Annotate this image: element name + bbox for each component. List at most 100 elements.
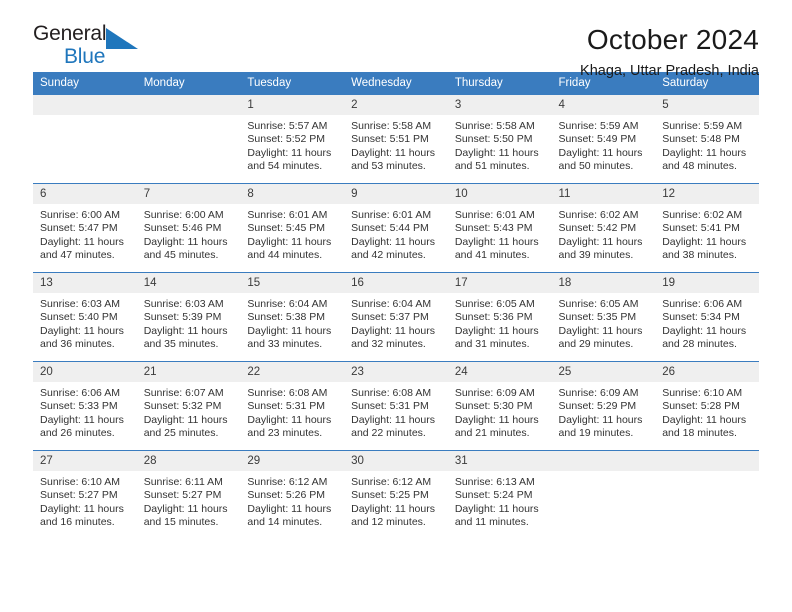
sunset-text: Sunset: 5:31 PM	[351, 400, 429, 413]
daylight-text-line1: Daylight: 11 hours	[662, 324, 747, 337]
title-block: October 2024 Khaga, Uttar Pradesh, India	[580, 22, 759, 81]
day-number: 19	[655, 273, 759, 293]
sunrise-text: Sunrise: 6:06 AM	[40, 387, 120, 399]
day-number: 5	[655, 95, 759, 115]
day-number: 25	[551, 362, 656, 382]
daylight-text-line2: and 28 minutes.	[662, 338, 737, 351]
calendar-day-cell[interactable]: 24 Sunrise: 6:09 AM Sunset: 5:30 PM Dayligh…	[447, 361, 552, 451]
sunset-text: Sunset: 5:46 PM	[143, 222, 222, 235]
day-number	[33, 95, 137, 115]
daylight-text-line1: Daylight: 11 hours	[351, 324, 435, 337]
day-number: 20	[33, 362, 137, 382]
day-sun-info: Sunrise: 5:58 AM Sunset: 5:50 PM Daylight:…	[448, 115, 552, 174]
calendar-day-cell[interactable]: 20 Sunrise: 6:06 AM Sunset: 5:33 PM Dayligh…	[33, 361, 137, 451]
calendar-day-cell[interactable]: 4 Sunrise: 5:59 AM Sunset: 5:49 PM Daylight…	[551, 94, 656, 184]
sunrise-text: Sunrise: 6:09 AM	[454, 387, 535, 399]
day-sun-info: Sunrise: 6:08 AM Sunset: 5:31 PM Daylight:…	[344, 382, 448, 441]
calendar-day-cell[interactable]: 10 Sunrise: 6:01 AM Sunset: 5:43 PM Dayligh…	[447, 183, 552, 273]
day-number: 13	[33, 273, 137, 293]
daylight-text-line2: and 15 minutes.	[143, 516, 219, 529]
sunrise-text: Sunrise: 6:04 AM	[247, 298, 328, 310]
day-number: 17	[447, 273, 552, 293]
daylight-text-line1: Daylight: 11 hours	[454, 502, 539, 515]
calendar-day-cell[interactable]: 26 Sunrise: 6:10 AM Sunset: 5:28 PM Dayligh…	[655, 361, 759, 451]
daylight-text-line1: Daylight: 11 hours	[247, 235, 332, 248]
daylight-text-line2: and 21 minutes.	[454, 427, 530, 440]
calendar-page: General Blue October 2024 Khaga, Uttar P…	[0, 0, 792, 612]
daylight-text-line2: and 53 minutes.	[351, 160, 426, 173]
calendar-week-row: 20 Sunrise: 6:06 AM Sunset: 5:33 PM Dayligh…	[33, 361, 759, 451]
calendar-day-cell[interactable]: 31 Sunrise: 6:13 AM Sunset: 5:24 PM Dayligh…	[447, 450, 552, 540]
general-blue-logo[interactable]: General Blue	[33, 22, 163, 74]
daylight-text-line2: and 19 minutes.	[558, 427, 634, 440]
daylight-text-line1: Daylight: 11 hours	[454, 413, 539, 426]
calendar-day-cell[interactable]: 11 Sunrise: 6:02 AM Sunset: 5:42 PM Dayligh…	[551, 183, 656, 273]
calendar-empty-cell	[551, 450, 656, 540]
calendar-day-cell[interactable]: 3 Sunrise: 5:58 AM Sunset: 5:50 PM Daylight…	[447, 94, 552, 184]
calendar-day-cell[interactable]: 16 Sunrise: 6:04 AM Sunset: 5:37 PM Dayligh…	[344, 272, 448, 362]
sunset-text: Sunset: 5:35 PM	[558, 311, 637, 324]
calendar-day-cell[interactable]: 9 Sunrise: 6:01 AM Sunset: 5:44 PM Daylight…	[344, 183, 448, 273]
calendar-day-cell[interactable]: 13 Sunrise: 6:03 AM Sunset: 5:40 PM Dayligh…	[33, 272, 137, 362]
day-number: 6	[33, 184, 137, 204]
logo-triangle-icon	[106, 28, 138, 49]
sunrise-text: Sunrise: 6:03 AM	[40, 298, 120, 310]
calendar-day-cell[interactable]: 1 Sunrise: 5:57 AM Sunset: 5:52 PM Daylight…	[240, 94, 345, 184]
calendar-day-cell[interactable]: 2 Sunrise: 5:58 AM Sunset: 5:51 PM Daylight…	[344, 94, 448, 184]
calendar-day-cell[interactable]: 12 Sunrise: 6:02 AM Sunset: 5:41 PM Dayligh…	[655, 183, 759, 273]
calendar-day-cell[interactable]: 19 Sunrise: 6:06 AM Sunset: 5:34 PM Dayligh…	[655, 272, 759, 362]
sunset-text: Sunset: 5:32 PM	[143, 400, 222, 413]
calendar-day-cell[interactable]: 7 Sunrise: 6:00 AM Sunset: 5:46 PM Daylight…	[136, 183, 241, 273]
daylight-text-line1: Daylight: 11 hours	[247, 413, 332, 426]
sunset-text: Sunset: 5:41 PM	[662, 222, 740, 235]
daylight-text-line2: and 39 minutes.	[558, 249, 634, 262]
day-sun-info: Sunrise: 6:12 AM Sunset: 5:25 PM Daylight:…	[344, 471, 448, 530]
day-sun-info: Sunrise: 6:03 AM Sunset: 5:39 PM Daylight:…	[137, 293, 241, 352]
daylight-text-line1: Daylight: 11 hours	[558, 235, 643, 248]
sunrise-text: Sunrise: 5:58 AM	[454, 120, 535, 132]
calendar-day-cell[interactable]: 8 Sunrise: 6:01 AM Sunset: 5:45 PM Daylight…	[240, 183, 345, 273]
calendar-empty-cell	[33, 94, 137, 184]
sunset-text: Sunset: 5:34 PM	[662, 311, 740, 324]
calendar-day-cell[interactable]: 28 Sunrise: 6:11 AM Sunset: 5:27 PM Dayligh…	[136, 450, 241, 540]
day-sun-info: Sunrise: 5:58 AM Sunset: 5:51 PM Daylight:…	[344, 115, 448, 174]
calendar-day-cell[interactable]: 30 Sunrise: 6:12 AM Sunset: 5:25 PM Dayligh…	[344, 450, 448, 540]
calendar-day-cell[interactable]: 17 Sunrise: 6:05 AM Sunset: 5:36 PM Dayligh…	[447, 272, 552, 362]
day-sun-info: Sunrise: 6:11 AM Sunset: 5:27 PM Daylight:…	[137, 471, 241, 530]
sunrise-text: Sunrise: 6:10 AM	[40, 476, 120, 488]
day-sun-info: Sunrise: 6:09 AM Sunset: 5:29 PM Daylight:…	[552, 382, 656, 441]
calendar-day-cell[interactable]: 14 Sunrise: 6:03 AM Sunset: 5:39 PM Dayligh…	[136, 272, 241, 362]
day-sun-info: Sunrise: 5:59 AM Sunset: 5:48 PM Daylight:…	[655, 115, 759, 174]
day-number: 15	[240, 273, 345, 293]
daylight-text-line1: Daylight: 11 hours	[143, 413, 228, 426]
calendar-day-cell[interactable]: 5 Sunrise: 5:59 AM Sunset: 5:48 PM Daylight…	[655, 94, 759, 184]
daylight-text-line2: and 33 minutes.	[247, 338, 323, 351]
daylight-text-line2: and 35 minutes.	[143, 338, 219, 351]
sunset-text: Sunset: 5:43 PM	[454, 222, 533, 235]
calendar-day-cell[interactable]: 23 Sunrise: 6:08 AM Sunset: 5:31 PM Dayligh…	[344, 361, 448, 451]
daylight-text-line1: Daylight: 11 hours	[454, 146, 539, 159]
sunrise-text: Sunrise: 6:12 AM	[247, 476, 328, 488]
calendar-day-cell[interactable]: 22 Sunrise: 6:08 AM Sunset: 5:31 PM Dayligh…	[240, 361, 345, 451]
day-number: 31	[447, 451, 552, 471]
sunrise-text: Sunrise: 5:57 AM	[247, 120, 328, 132]
calendar-day-cell[interactable]: 29 Sunrise: 6:12 AM Sunset: 5:26 PM Dayligh…	[240, 450, 345, 540]
weekday-header-sunday: Sunday	[33, 72, 137, 95]
sunrise-text: Sunrise: 6:06 AM	[662, 298, 743, 310]
daylight-text-line2: and 36 minutes.	[40, 338, 115, 351]
sunrise-text: Sunrise: 6:02 AM	[662, 209, 743, 221]
day-number: 10	[447, 184, 552, 204]
sunrise-text: Sunrise: 6:03 AM	[143, 298, 224, 310]
daylight-text-line2: and 25 minutes.	[143, 427, 219, 440]
calendar-day-cell[interactable]: 6 Sunrise: 6:00 AM Sunset: 5:47 PM Daylight…	[33, 183, 137, 273]
calendar-day-cell[interactable]: 15 Sunrise: 6:04 AM Sunset: 5:38 PM Dayligh…	[240, 272, 345, 362]
calendar-day-cell[interactable]: 21 Sunrise: 6:07 AM Sunset: 5:32 PM Dayligh…	[136, 361, 241, 451]
calendar-day-cell[interactable]: 18 Sunrise: 6:05 AM Sunset: 5:35 PM Dayligh…	[551, 272, 656, 362]
calendar-day-cell[interactable]: 27 Sunrise: 6:10 AM Sunset: 5:27 PM Dayligh…	[33, 450, 137, 540]
daylight-text-line2: and 16 minutes.	[40, 516, 115, 529]
sunrise-text: Sunrise: 6:11 AM	[143, 476, 223, 488]
sunrise-text: Sunrise: 6:07 AM	[143, 387, 224, 399]
calendar-week-row: 27 Sunrise: 6:10 AM Sunset: 5:27 PM Dayligh…	[33, 450, 759, 540]
calendar-day-cell[interactable]: 25 Sunrise: 6:09 AM Sunset: 5:29 PM Dayligh…	[551, 361, 656, 451]
sunrise-text: Sunrise: 5:59 AM	[558, 120, 639, 132]
